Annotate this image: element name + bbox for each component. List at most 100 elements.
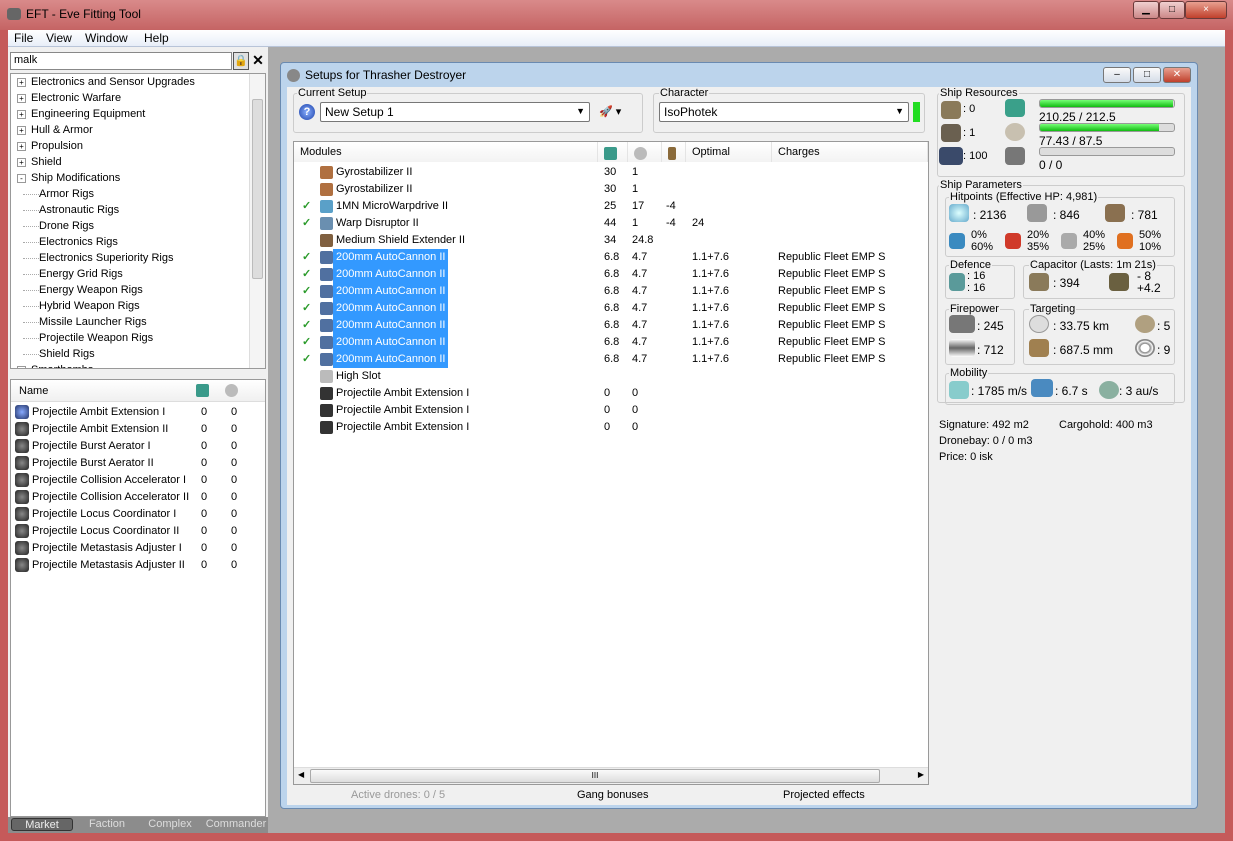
active-drones-tab[interactable]: Active drones: 0 / 5 [351, 789, 445, 801]
expand-icon[interactable]: + [17, 109, 26, 119]
expand-icon[interactable]: + [17, 125, 26, 135]
col-capacitor[interactable] [662, 142, 686, 162]
online-check-icon[interactable]: ✓ [302, 283, 311, 300]
close-button[interactable]: × [1185, 1, 1227, 19]
module-row[interactable]: Medium Shield Extender II 34 24.8 [294, 232, 928, 249]
child-minimize-button[interactable]: – [1103, 67, 1131, 83]
tree-node[interactable]: + Propulsion [17, 138, 83, 154]
online-check-icon[interactable]: ✓ [302, 334, 311, 351]
col-powergrid[interactable] [628, 142, 662, 162]
module-charge[interactable]: Republic Fleet EMP S [778, 283, 885, 300]
module-charge[interactable]: Republic Fleet EMP S [778, 249, 885, 266]
help-icon[interactable]: ? [299, 104, 315, 120]
tree-node[interactable]: Energy Grid Rigs [23, 266, 123, 282]
tree-scrollbar[interactable] [249, 74, 265, 368]
collapse-icon[interactable]: - [17, 173, 26, 183]
projected-effects-tab[interactable]: Projected effects [783, 789, 865, 801]
module-row[interactable]: ✓ Warp Disruptor II 44 1 -4 24 [294, 215, 928, 232]
tree-node[interactable]: Electronics Rigs [23, 234, 118, 250]
module-row[interactable]: Projectile Ambit Extension I 0 0 [294, 385, 928, 402]
module-row[interactable]: ✓ 200mm AutoCannon II 6.8 4.7 1.1+7.6 Republi… [294, 249, 928, 266]
tab-faction[interactable]: Faction [78, 818, 136, 831]
module-charge[interactable]: Republic Fleet EMP S [778, 266, 885, 283]
tree-node[interactable]: + Hull & Armor [17, 122, 93, 138]
list-item[interactable]: Projectile Collision Accelerator I 0 0 [15, 472, 265, 489]
online-check-icon[interactable]: ✓ [302, 249, 311, 266]
menu-window[interactable]: Window [85, 31, 128, 45]
module-row[interactable]: Gyrostabilizer II 30 1 [294, 181, 928, 198]
online-check-icon[interactable]: ✓ [302, 215, 311, 232]
tree-node[interactable]: + Electronic Warfare [17, 90, 121, 106]
tree-node[interactable]: Missile Launcher Rigs [23, 314, 147, 330]
tree-node[interactable]: + Shield [17, 154, 62, 170]
tree-node[interactable]: - Ship Modifications [17, 170, 120, 186]
col-charges[interactable]: Charges [772, 142, 928, 162]
child-close-button[interactable]: ✕ [1163, 67, 1191, 83]
module-row[interactable]: ✓ 200mm AutoCannon II 6.8 4.7 1.1+7.6 Republi… [294, 266, 928, 283]
tab-complex[interactable]: Complex [140, 818, 200, 831]
list-item[interactable]: Projectile Locus Coordinator I 0 0 [15, 506, 265, 523]
col-cpu[interactable] [598, 142, 628, 162]
expand-icon[interactable]: + [17, 77, 26, 87]
list-item[interactable]: Projectile Locus Coordinator II 0 0 [15, 523, 265, 540]
horizontal-scrollbar[interactable]: ◀ III ▶ [294, 767, 928, 784]
module-charge[interactable]: Republic Fleet EMP S [778, 351, 885, 368]
child-maximize-button[interactable]: □ [1133, 67, 1161, 83]
lock-icon[interactable]: 🔒 [233, 52, 249, 70]
gang-bonuses-tab[interactable]: Gang bonuses [577, 789, 649, 801]
module-row[interactable]: ✓ 200mm AutoCannon II 6.8 4.7 1.1+7.6 Republi… [294, 283, 928, 300]
module-row[interactable]: Projectile Ambit Extension I 0 0 [294, 419, 928, 436]
tree-node[interactable]: Astronautic Rigs [23, 202, 119, 218]
online-check-icon[interactable]: ✓ [302, 266, 311, 283]
list-item[interactable]: Projectile Metastasis Adjuster II 0 0 [15, 557, 265, 574]
module-charge[interactable]: Republic Fleet EMP S [778, 317, 885, 334]
module-row[interactable]: ✓ 200mm AutoCannon II 6.8 4.7 1.1+7.6 Republi… [294, 351, 928, 368]
tree-node[interactable]: Shield Rigs [23, 346, 95, 362]
expand-icon[interactable]: + [17, 157, 26, 167]
module-charge[interactable]: Republic Fleet EMP S [778, 334, 885, 351]
tree-node[interactable]: Projectile Weapon Rigs [23, 330, 153, 346]
list-item[interactable]: Projectile Burst Aerator I 0 0 [15, 438, 265, 455]
online-check-icon[interactable]: ✓ [302, 351, 311, 368]
scroll-thumb[interactable]: III [310, 769, 880, 783]
menu-help[interactable]: Help [144, 31, 169, 45]
list-item[interactable]: Projectile Burst Aerator II 0 0 [15, 455, 265, 472]
col-optimal[interactable]: Optimal [686, 142, 772, 162]
list-item[interactable]: Projectile Metastasis Adjuster I 0 0 [15, 540, 265, 557]
tree-node[interactable]: Drone Rigs [23, 218, 94, 234]
list-item[interactable]: Projectile Ambit Extension I 0 0 [15, 404, 265, 421]
menu-file[interactable]: File [14, 31, 33, 45]
expand-icon[interactable]: + [17, 93, 26, 103]
header-name[interactable]: Name [19, 385, 48, 397]
tree-node[interactable]: + Electronics and Sensor Upgrades [17, 74, 195, 90]
module-row[interactable]: ✓ 200mm AutoCannon II 6.8 4.7 1.1+7.6 Republi… [294, 317, 928, 334]
module-row[interactable]: Projectile Ambit Extension I 0 0 [294, 402, 928, 419]
online-check-icon[interactable]: ✓ [302, 300, 311, 317]
maximize-button[interactable]: □ [1159, 1, 1185, 19]
search-input[interactable]: malk [10, 52, 232, 70]
module-row[interactable]: ✓ 200mm AutoCannon II 6.8 4.7 1.1+7.6 Republi… [294, 300, 928, 317]
module-row[interactable]: Gyrostabilizer II 30 1 [294, 164, 928, 181]
tree-node[interactable]: Electronics Superiority Rigs [23, 250, 174, 266]
tree-node[interactable]: + Smartbombs [17, 362, 93, 368]
clear-search-icon[interactable]: ✕ [250, 52, 266, 70]
expand-icon[interactable]: + [17, 141, 26, 151]
module-row[interactable]: ✓ 200mm AutoCannon II 6.8 4.7 1.1+7.6 Republi… [294, 334, 928, 351]
tree-node[interactable]: Energy Weapon Rigs [23, 282, 143, 298]
module-charge[interactable]: Republic Fleet EMP S [778, 300, 885, 317]
expand-icon[interactable]: + [17, 365, 26, 368]
list-item[interactable]: Projectile Collision Accelerator II 0 0 [15, 489, 265, 506]
col-modules[interactable]: Modules [294, 142, 598, 162]
tab-commander[interactable]: Commander [204, 818, 268, 831]
ship-actions-dropdown[interactable]: 🚀 ▾ [599, 105, 621, 118]
tree-node[interactable]: Hybrid Weapon Rigs [23, 298, 140, 314]
module-row[interactable]: High Slot [294, 368, 928, 385]
list-item[interactable]: Projectile Ambit Extension II 0 0 [15, 421, 265, 438]
module-row[interactable]: ✓ 1MN MicroWarpdrive II 25 17 -4 [294, 198, 928, 215]
online-check-icon[interactable]: ✓ [302, 317, 311, 334]
tab-market[interactable]: Market [11, 818, 73, 831]
character-select[interactable]: IsoPhotek ▼ [659, 102, 909, 122]
online-check-icon[interactable]: ✓ [302, 198, 311, 215]
setup-select[interactable]: New Setup 1 ▼ [320, 102, 590, 122]
menu-view[interactable]: View [46, 31, 72, 45]
